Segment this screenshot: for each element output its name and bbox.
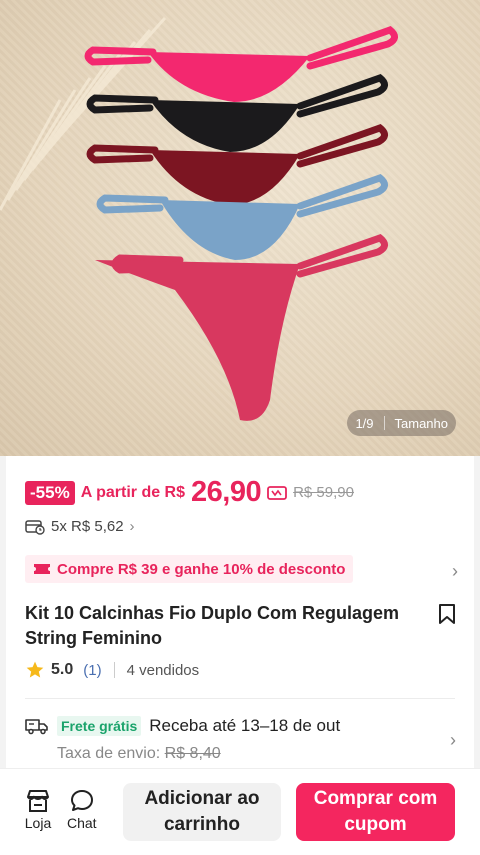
- chat-icon: [70, 790, 93, 811]
- gallery-index: 1/9: [355, 415, 374, 431]
- product-image[interactable]: 1/9 Tamanho: [0, 0, 480, 456]
- shipping-row[interactable]: Frete grátis Receba até 13–18 de out: [25, 716, 340, 736]
- star-icon: [26, 661, 44, 678]
- discount-badge: -55%: [25, 480, 75, 505]
- panty-strap-right: [296, 74, 388, 118]
- rating-count[interactable]: (1): [83, 662, 101, 679]
- panty-body: [150, 100, 300, 152]
- gallery-indicator[interactable]: 1/9 Tamanho: [347, 410, 456, 436]
- right-edge: [474, 456, 480, 776]
- panty-strap-left: [84, 46, 157, 66]
- chat-button[interactable]: Chat: [67, 787, 97, 831]
- from-label: A partir de R$: [80, 483, 186, 501]
- panty-body: [148, 52, 310, 102]
- panty-body: [160, 200, 300, 260]
- coupon-icon: [267, 485, 287, 500]
- panty-strap-left: [96, 194, 169, 214]
- chevron-right-icon[interactable]: ›: [450, 730, 456, 751]
- store-label: Loja: [24, 815, 52, 831]
- bottom-action-bar: Loja Chat Adicionar ao carrinho Comprar …: [0, 768, 480, 855]
- rating-score: 5.0: [51, 661, 74, 678]
- price-row: -55% A partir de R$ 26,90 R$ 59,90: [25, 476, 354, 509]
- installments-row[interactable]: 5x R$ 5,62 ›: [25, 518, 135, 535]
- badge-divider: [383, 416, 385, 430]
- add-to-cart-button[interactable]: Adicionar ao carrinho: [123, 783, 281, 841]
- panty-strap-right: [296, 174, 388, 218]
- size-link[interactable]: Tamanho: [395, 416, 448, 431]
- installments-text: 5x R$ 5,62: [51, 518, 124, 535]
- coupon-icon: [34, 564, 50, 574]
- panty-strap-left: [86, 94, 159, 114]
- current-price: 26,90: [191, 476, 262, 508]
- truck-icon: [25, 719, 48, 735]
- product-photo: [0, 17, 398, 421]
- divider: [113, 662, 115, 678]
- promo-banner[interactable]: Compre R$ 39 e ganhe 10% de desconto: [25, 555, 354, 583]
- card-clock-icon: [25, 519, 45, 535]
- panty-body: [150, 150, 300, 205]
- sold-count: 4 vendidos: [126, 661, 200, 679]
- panty-strap-left: [86, 144, 159, 164]
- delivery-eta: Receba até 13–18 de out: [149, 716, 341, 735]
- chevron-right-icon[interactable]: ›: [452, 561, 458, 582]
- chevron-right-icon: ›: [129, 518, 135, 535]
- buy-with-coupon-button[interactable]: Comprar com cupom: [296, 783, 455, 841]
- panty-strap-right: [296, 124, 388, 168]
- left-edge: [0, 456, 6, 776]
- panty-strap-right: [306, 26, 398, 70]
- separator: [25, 698, 455, 699]
- product-title: Kit 10 Calcinhas Fio Duplo Com Regulagem…: [25, 603, 400, 648]
- panty-strap-right: [296, 234, 388, 278]
- store-icon: [27, 790, 49, 812]
- shipping-fee: Taxa de envio: R$ 8,40: [57, 745, 221, 763]
- free-shipping-badge: Frete grátis: [57, 716, 142, 736]
- promo-text: Compre R$ 39 e ganhe 10% de desconto: [57, 560, 346, 578]
- original-price: R$ 59,90: [293, 484, 354, 501]
- fee-value: R$ 8,40: [164, 745, 221, 762]
- store-button[interactable]: Loja: [24, 787, 52, 831]
- rating-row[interactable]: 5.0 (1) 4 vendidos: [25, 660, 199, 680]
- fee-label: Taxa de envio:: [57, 745, 161, 762]
- bookmark-icon[interactable]: [438, 603, 456, 625]
- chat-label: Chat: [67, 815, 97, 831]
- panty-body: [95, 260, 300, 421]
